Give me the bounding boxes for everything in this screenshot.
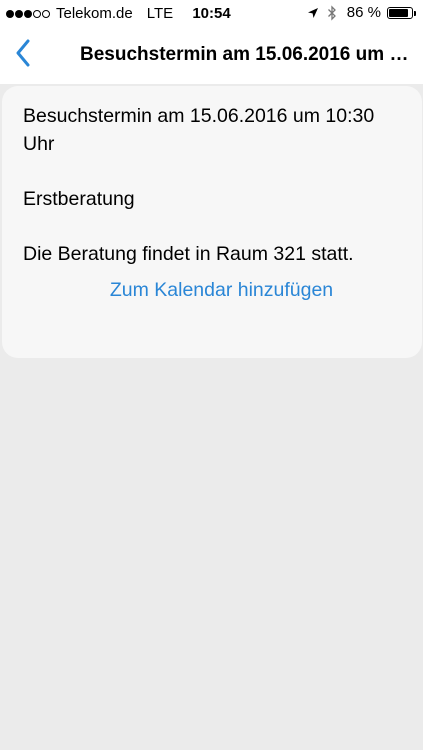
message-card: Besuchstermin am 15.06.2016 um 10:30 Uhr… — [2, 86, 422, 358]
back-button[interactable] — [8, 38, 38, 72]
chevron-left-icon — [15, 39, 31, 72]
page-title: Besuchstermin am 15.06.2016 um 10:30 Uhr — [80, 44, 410, 65]
add-to-calendar-link[interactable]: Zum Kalendar hinzufügen — [23, 276, 402, 304]
battery-icon — [387, 6, 416, 19]
battery-nub — [414, 10, 416, 16]
appointment-title: Besuchstermin am 15.06.2016 um 10:30 Uhr — [23, 105, 375, 155]
battery-percent: 86 % — [346, 4, 381, 21]
navigation-bar: Besuchstermin am 15.06.2016 um 10:30 Uhr — [0, 28, 423, 84]
appointment-location: Die Beratung findet in Raum 321 statt. — [23, 243, 354, 265]
appointment-type: Erstberatung — [23, 188, 135, 210]
status-right: 86 % — [299, 4, 416, 21]
location-arrow-icon — [307, 7, 319, 19]
status-bar: Telekom.de LTE 10:54 86 % — [0, 0, 423, 28]
battery-fill — [389, 8, 408, 17]
bluetooth-icon — [327, 4, 337, 21]
